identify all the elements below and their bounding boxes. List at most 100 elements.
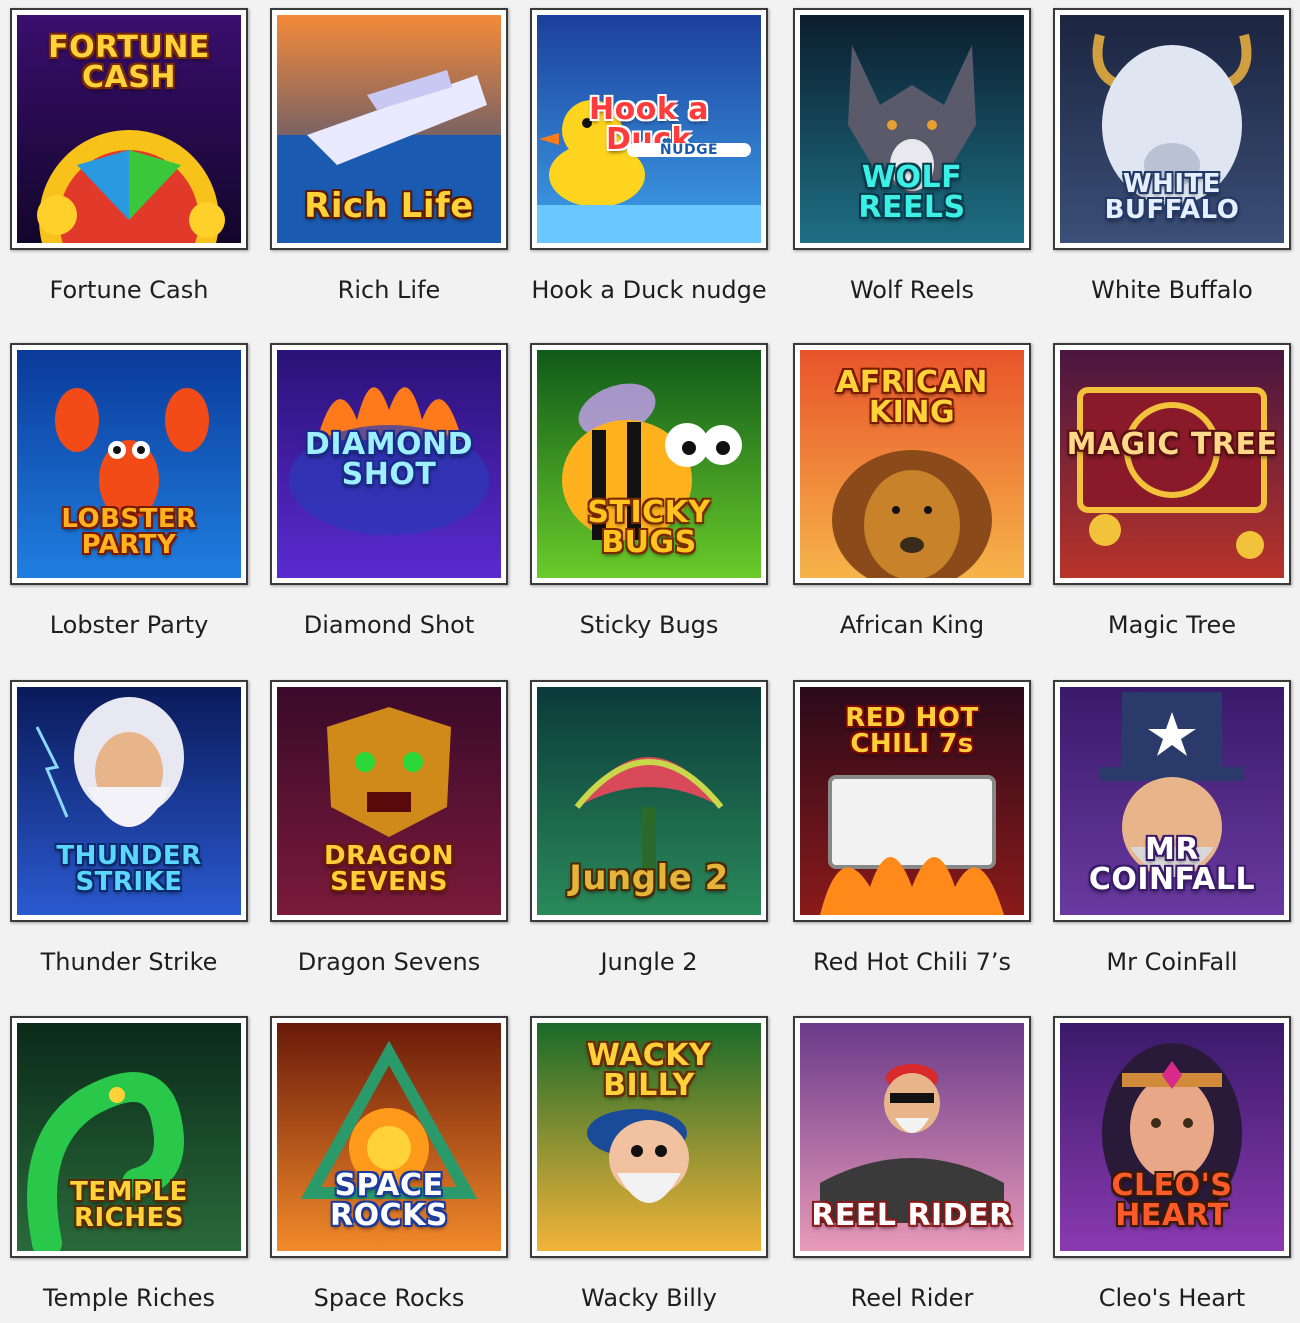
- game-logo: TEMPLE RICHES: [70, 1177, 188, 1233]
- game-title[interactable]: Wolf Reels: [783, 276, 1041, 304]
- game-logo: Rich Life: [304, 186, 474, 226]
- game-logo: RED HOT CHILI 7s: [845, 703, 979, 759]
- game-artwork: AFRICAN KING: [800, 350, 1024, 578]
- game-card[interactable]: WOLF REELS Wolf Reels: [793, 8, 1031, 314]
- game-logo: DRAGON SEVENS: [324, 841, 454, 897]
- game-logo: MAGIC TREE: [1066, 427, 1278, 462]
- game-title[interactable]: Jungle 2: [520, 948, 778, 976]
- game-logo: Jungle 2: [569, 858, 729, 898]
- game-artwork: DRAGON SEVENS: [277, 687, 501, 915]
- game-thumbnail[interactable]: MR COINFALL: [1053, 680, 1291, 922]
- game-thumbnail[interactable]: Hook a Duck NUDGE: [530, 8, 768, 250]
- game-logo: WACKY BILLY: [586, 1038, 712, 1103]
- game-thumbnail[interactable]: DIAMOND SHOT: [270, 343, 508, 585]
- game-artwork: Rich Life: [277, 15, 501, 243]
- game-title[interactable]: Rich Life: [260, 276, 518, 304]
- game-title[interactable]: Sticky Bugs: [520, 611, 778, 639]
- game-card[interactable]: STICKY BUGS Sticky Bugs: [530, 343, 768, 649]
- game-title[interactable]: Temple Riches: [0, 1284, 258, 1312]
- game-logo: REEL RIDER: [811, 1198, 1013, 1233]
- game-artwork: TEMPLE RICHES: [17, 1023, 241, 1251]
- game-artwork: WACKY BILLY: [537, 1023, 761, 1251]
- game-title[interactable]: Mr CoinFall: [1043, 948, 1300, 976]
- game-logo: DIAMOND SHOT: [304, 427, 474, 492]
- game-title[interactable]: Hook a Duck nudge: [520, 276, 778, 304]
- game-title[interactable]: Fortune Cash: [0, 276, 258, 304]
- game-logo: STICKY BUGS: [587, 495, 711, 560]
- game-card[interactable]: MAGIC TREE Magic Tree: [1053, 343, 1291, 649]
- game-thumbnail[interactable]: FORTUNE CASH: [10, 8, 248, 250]
- game-artwork: WHITE BUFFALO: [1060, 15, 1284, 243]
- game-card[interactable]: Rich Life Rich Life: [270, 8, 508, 314]
- game-title[interactable]: White Buffalo: [1043, 276, 1300, 304]
- game-card[interactable]: MR COINFALL Mr CoinFall: [1053, 680, 1291, 986]
- game-artwork: STICKY BUGS: [537, 350, 761, 578]
- game-thumbnail[interactable]: Jungle 2: [530, 680, 768, 922]
- game-thumbnail[interactable]: Rich Life: [270, 8, 508, 250]
- game-card[interactable]: FORTUNE CASH Fortune Cash: [10, 8, 248, 314]
- game-artwork: DIAMOND SHOT: [277, 350, 501, 578]
- game-logo: WHITE BUFFALO: [1104, 169, 1240, 225]
- game-card[interactable]: DIAMOND SHOT Diamond Shot: [270, 343, 508, 649]
- game-thumbnail[interactable]: DRAGON SEVENS: [270, 680, 508, 922]
- game-artwork: Hook a Duck NUDGE: [537, 15, 761, 243]
- game-card[interactable]: TEMPLE RICHES Temple Riches: [10, 1016, 248, 1322]
- game-card[interactable]: SPACE ROCKS Space Rocks: [270, 1016, 508, 1322]
- game-title[interactable]: Thunder Strike: [0, 948, 258, 976]
- game-card[interactable]: Jungle 2 Jungle 2: [530, 680, 768, 986]
- game-card[interactable]: CLEO'S HEART Cleo's Heart: [1053, 1016, 1291, 1322]
- game-thumbnail[interactable]: THUNDER STRIKE: [10, 680, 248, 922]
- game-card[interactable]: Hook a Duck NUDGE Hook a Duck nudge: [530, 8, 768, 314]
- game-thumbnail[interactable]: WOLF REELS: [793, 8, 1031, 250]
- game-card[interactable]: THUNDER STRIKE Thunder Strike: [10, 680, 248, 986]
- game-title[interactable]: Space Rocks: [260, 1284, 518, 1312]
- game-title[interactable]: African King: [783, 611, 1041, 639]
- game-title[interactable]: Magic Tree: [1043, 611, 1300, 639]
- game-thumbnail[interactable]: LOBSTER PARTY: [10, 343, 248, 585]
- game-card[interactable]: LOBSTER PARTY Lobster Party: [10, 343, 248, 649]
- game-artwork: RED HOT CHILI 7s: [800, 687, 1024, 915]
- game-thumbnail[interactable]: WACKY BILLY: [530, 1016, 768, 1258]
- game-logo: AFRICAN KING: [836, 365, 988, 430]
- game-artwork: FORTUNE CASH: [17, 15, 241, 243]
- game-thumbnail[interactable]: STICKY BUGS: [530, 343, 768, 585]
- games-grid: FORTUNE CASH Fortune Cash Rich Life Rich Li…: [0, 0, 1300, 1323]
- game-thumbnail[interactable]: RED HOT CHILI 7s: [793, 680, 1031, 922]
- game-artwork: CLEO'S HEART: [1060, 1023, 1284, 1251]
- game-thumbnail[interactable]: SPACE ROCKS: [270, 1016, 508, 1258]
- game-thumbnail[interactable]: MAGIC TREE: [1053, 343, 1291, 585]
- game-card[interactable]: RED HOT CHILI 7s Red Hot Chili 7’s: [793, 680, 1031, 986]
- game-logo: FORTUNE CASH: [48, 30, 210, 95]
- game-title[interactable]: Cleo's Heart: [1043, 1284, 1300, 1312]
- game-logo: LOBSTER PARTY: [61, 504, 197, 560]
- game-card[interactable]: AFRICAN KING African King: [793, 343, 1031, 649]
- game-logo: THUNDER STRIKE: [56, 841, 202, 897]
- game-thumbnail[interactable]: WHITE BUFFALO: [1053, 8, 1291, 250]
- game-title[interactable]: Dragon Sevens: [260, 948, 518, 976]
- game-title[interactable]: Wacky Billy: [520, 1284, 778, 1312]
- game-thumbnail[interactable]: CLEO'S HEART: [1053, 1016, 1291, 1258]
- game-title[interactable]: Lobster Party: [0, 611, 258, 639]
- game-card[interactable]: WHITE BUFFALO White Buffalo: [1053, 8, 1291, 314]
- game-title[interactable]: Red Hot Chili 7’s: [783, 948, 1041, 976]
- game-logo: SPACE ROCKS: [330, 1168, 448, 1233]
- game-title[interactable]: Diamond Shot: [260, 611, 518, 639]
- game-artwork: Jungle 2: [537, 687, 761, 915]
- game-title[interactable]: Reel Rider: [783, 1284, 1041, 1312]
- game-logo: WOLF REELS: [858, 160, 966, 225]
- game-artwork: WOLF REELS: [800, 15, 1024, 243]
- game-logo: CLEO'S HEART: [1111, 1168, 1233, 1233]
- game-artwork: THUNDER STRIKE: [17, 687, 241, 915]
- game-artwork: LOBSTER PARTY: [17, 350, 241, 578]
- game-thumbnail[interactable]: REEL RIDER: [793, 1016, 1031, 1258]
- game-artwork: REEL RIDER: [800, 1023, 1024, 1251]
- game-card[interactable]: DRAGON SEVENS Dragon Sevens: [270, 680, 508, 986]
- game-logo-subtitle: NUDGE: [627, 143, 751, 157]
- game-logo: MR COINFALL: [1088, 832, 1256, 897]
- game-artwork: MAGIC TREE: [1060, 350, 1284, 578]
- game-card[interactable]: REEL RIDER Reel Rider: [793, 1016, 1031, 1322]
- game-thumbnail[interactable]: TEMPLE RICHES: [10, 1016, 248, 1258]
- game-thumbnail[interactable]: AFRICAN KING: [793, 343, 1031, 585]
- coin-icon: [1077, 387, 1267, 559]
- game-card[interactable]: WACKY BILLY Wacky Billy: [530, 1016, 768, 1322]
